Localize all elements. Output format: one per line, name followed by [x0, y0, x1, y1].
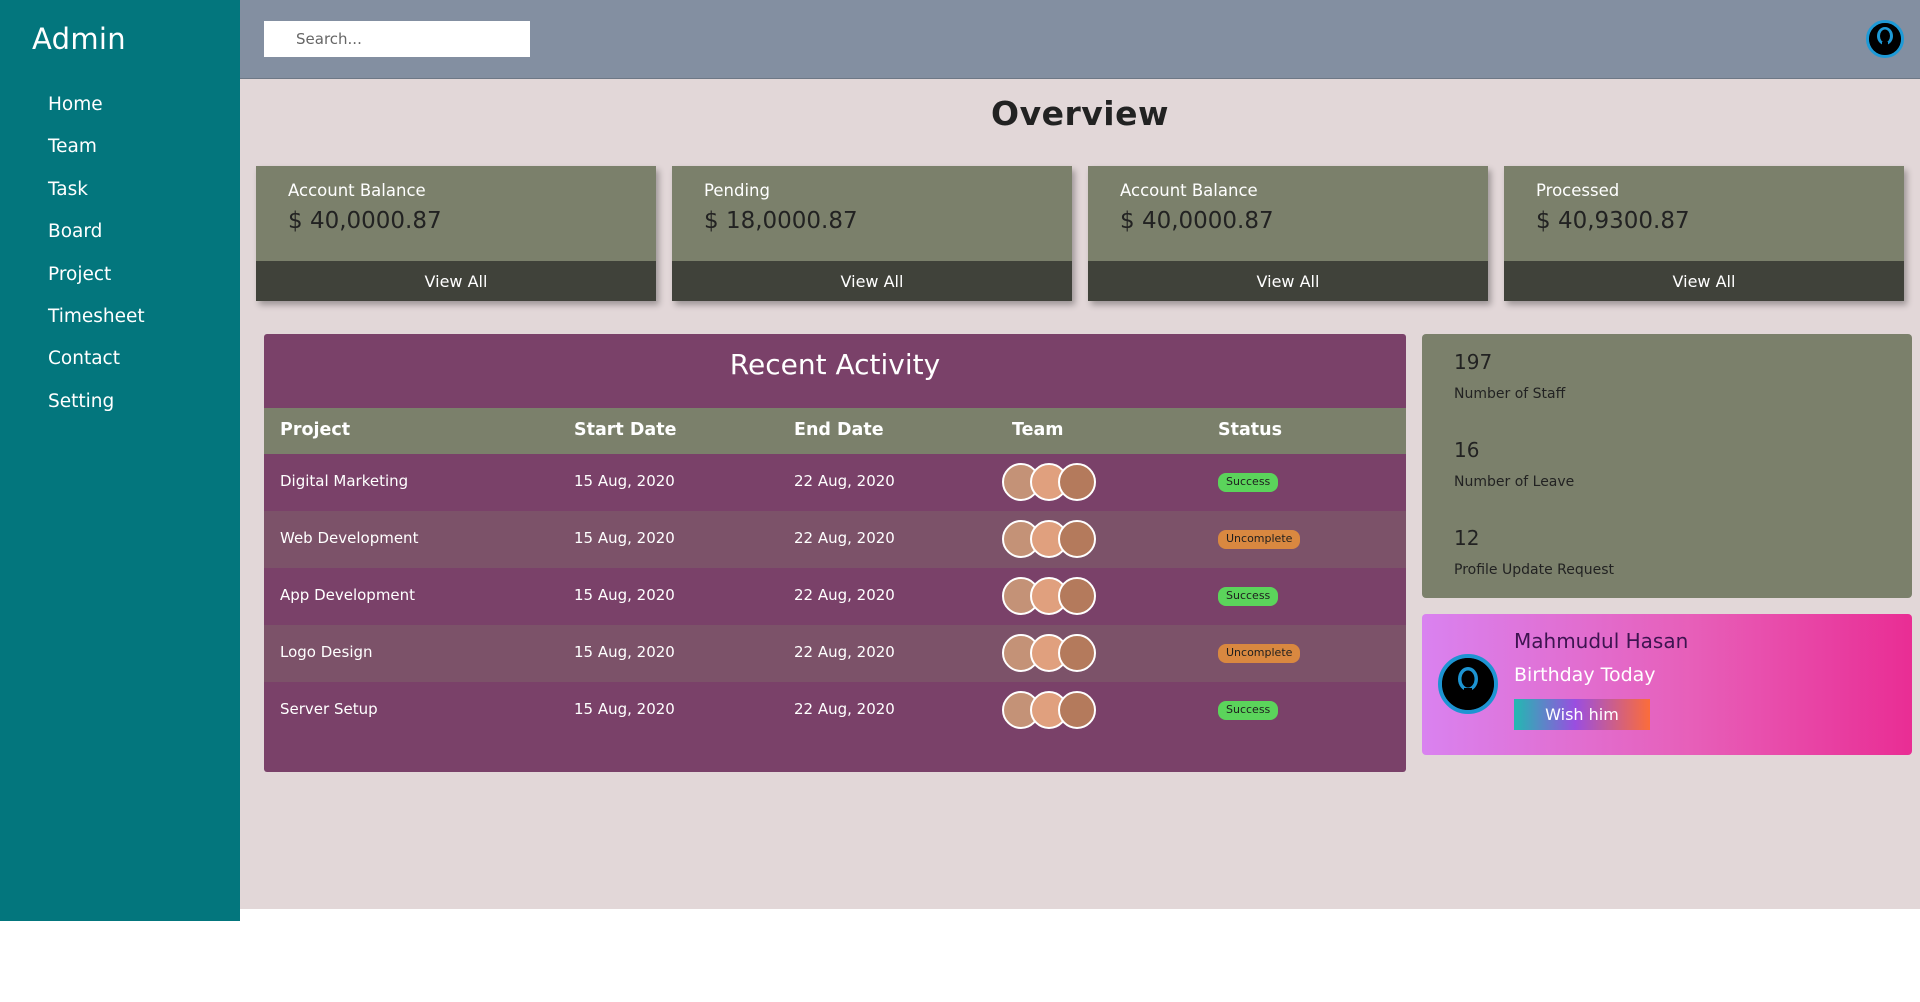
column-header-project: Project [280, 420, 351, 440]
sidebar-item-team[interactable]: Team [48, 134, 145, 176]
end-date: 22 Aug, 2020 [794, 643, 895, 661]
status-badge: Success [1218, 587, 1279, 606]
sidebar-item-home[interactable]: Home [48, 92, 145, 134]
card-value: $ 40,0000.87 [288, 208, 442, 234]
column-header-status: Status [1218, 420, 1283, 440]
team-member-avatar [1058, 520, 1096, 558]
sidebar-item-contact[interactable]: Contact [48, 346, 145, 388]
birthday-subtitle: Birthday Today [1514, 664, 1656, 686]
topbar [240, 0, 1920, 79]
main-content: Overview Account Balance $ 40,0000.87 Vi… [240, 0, 1920, 909]
table-row[interactable]: Logo Design 15 Aug, 2020 22 Aug, 2020 Un… [264, 625, 1406, 682]
sidebar-item-task[interactable]: Task [48, 177, 145, 219]
start-date: 15 Aug, 2020 [574, 529, 675, 547]
page-title: Overview [991, 94, 1169, 133]
brand-title: Admin [32, 22, 126, 56]
project-name: Logo Design [280, 643, 373, 661]
team-avatars [1002, 634, 1098, 674]
view-all-button[interactable]: View All [1088, 261, 1488, 301]
start-date: 15 Aug, 2020 [574, 472, 675, 490]
project-name: Server Setup [280, 700, 378, 718]
view-all-button[interactable]: View All [1504, 261, 1904, 301]
card-value: $ 40,9300.87 [1536, 208, 1690, 234]
team-member-avatar [1058, 577, 1096, 615]
end-date: 22 Aug, 2020 [794, 586, 895, 604]
team-avatars [1002, 520, 1098, 560]
sidebar: Admin Home Team Task Board Project Times… [0, 0, 240, 921]
admin-dashboard: Admin Home Team Task Board Project Times… [0, 0, 1920, 1002]
card-value: $ 40,0000.87 [1120, 208, 1274, 234]
birthday-person-name: Mahmudul Hasan [1514, 629, 1689, 653]
column-header-team: Team [1012, 420, 1064, 440]
end-date: 22 Aug, 2020 [794, 700, 895, 718]
table-row[interactable]: Server Setup 15 Aug, 2020 22 Aug, 2020 S… [264, 682, 1406, 739]
column-header-start-date: Start Date [574, 420, 677, 440]
card-label: Account Balance [1120, 181, 1258, 200]
sidebar-nav: Home Team Task Board Project Timesheet C… [48, 92, 145, 431]
team-member-avatar [1058, 634, 1096, 672]
staff-count: 197 [1454, 350, 1493, 374]
stat-card-processed: Processed $ 40,9300.87 View All [1504, 166, 1904, 301]
leave-count-label: Number of Leave [1454, 474, 1575, 490]
staff-stats-panel: 197 Number of Staff 16 Number of Leave 1… [1422, 334, 1912, 598]
stat-card-account-balance: Account Balance $ 40,0000.87 View All [256, 166, 656, 301]
sidebar-item-project[interactable]: Project [48, 262, 145, 304]
start-date: 15 Aug, 2020 [574, 586, 675, 604]
card-label: Processed [1536, 181, 1620, 200]
recent-activity-title: Recent Activity [729, 348, 941, 381]
status-badge: Uncomplete [1218, 644, 1301, 663]
start-date: 15 Aug, 2020 [574, 700, 675, 718]
status-badge: Success [1218, 473, 1279, 492]
card-label: Account Balance [288, 181, 426, 200]
sidebar-item-board[interactable]: Board [48, 219, 145, 261]
sidebar-item-timesheet[interactable]: Timesheet [48, 304, 145, 346]
leave-count: 16 [1454, 438, 1480, 462]
table-row[interactable]: Digital Marketing 15 Aug, 2020 22 Aug, 2… [264, 454, 1406, 511]
project-name: Digital Marketing [280, 472, 409, 490]
end-date: 22 Aug, 2020 [794, 472, 895, 490]
table-row[interactable]: App Development 15 Aug, 2020 22 Aug, 202… [264, 568, 1406, 625]
staff-count-label: Number of Staff [1454, 386, 1566, 402]
profile-update-label: Profile Update Request [1454, 562, 1615, 578]
search-input[interactable] [264, 21, 530, 57]
project-name: Web Development [280, 529, 419, 547]
user-avatar-icon[interactable] [1866, 20, 1904, 58]
view-all-button[interactable]: View All [672, 261, 1072, 301]
stat-card-pending: Pending $ 18,0000.87 View All [672, 166, 1072, 301]
start-date: 15 Aug, 2020 [574, 643, 675, 661]
birthday-avatar-icon [1438, 654, 1498, 714]
card-label: Pending [704, 181, 770, 200]
table-header: Project Start Date End Date Team Status [264, 408, 1406, 454]
sidebar-item-setting[interactable]: Setting [48, 389, 145, 431]
team-member-avatar [1058, 691, 1096, 729]
birthday-card: Mahmudul Hasan Birthday Today Wish him [1422, 614, 1912, 755]
column-header-end-date: End Date [794, 420, 884, 440]
team-avatars [1002, 691, 1098, 731]
team-member-avatar [1058, 463, 1096, 501]
table-row[interactable]: Web Development 15 Aug, 2020 22 Aug, 202… [264, 511, 1406, 568]
card-value: $ 18,0000.87 [704, 208, 858, 234]
view-all-button[interactable]: View All [256, 261, 656, 301]
status-badge: Uncomplete [1218, 530, 1301, 549]
status-badge: Success [1218, 701, 1279, 720]
project-name: App Development [280, 586, 416, 604]
team-avatars [1002, 463, 1098, 503]
wish-him-button[interactable]: Wish him [1514, 699, 1650, 730]
recent-activity-panel: Recent Activity Project Start Date End D… [264, 334, 1406, 772]
profile-update-count: 12 [1454, 526, 1480, 550]
stat-card-account-balance-2: Account Balance $ 40,0000.87 View All [1088, 166, 1488, 301]
team-avatars [1002, 577, 1098, 617]
table-body: Digital Marketing 15 Aug, 2020 22 Aug, 2… [264, 454, 1406, 739]
end-date: 22 Aug, 2020 [794, 529, 895, 547]
